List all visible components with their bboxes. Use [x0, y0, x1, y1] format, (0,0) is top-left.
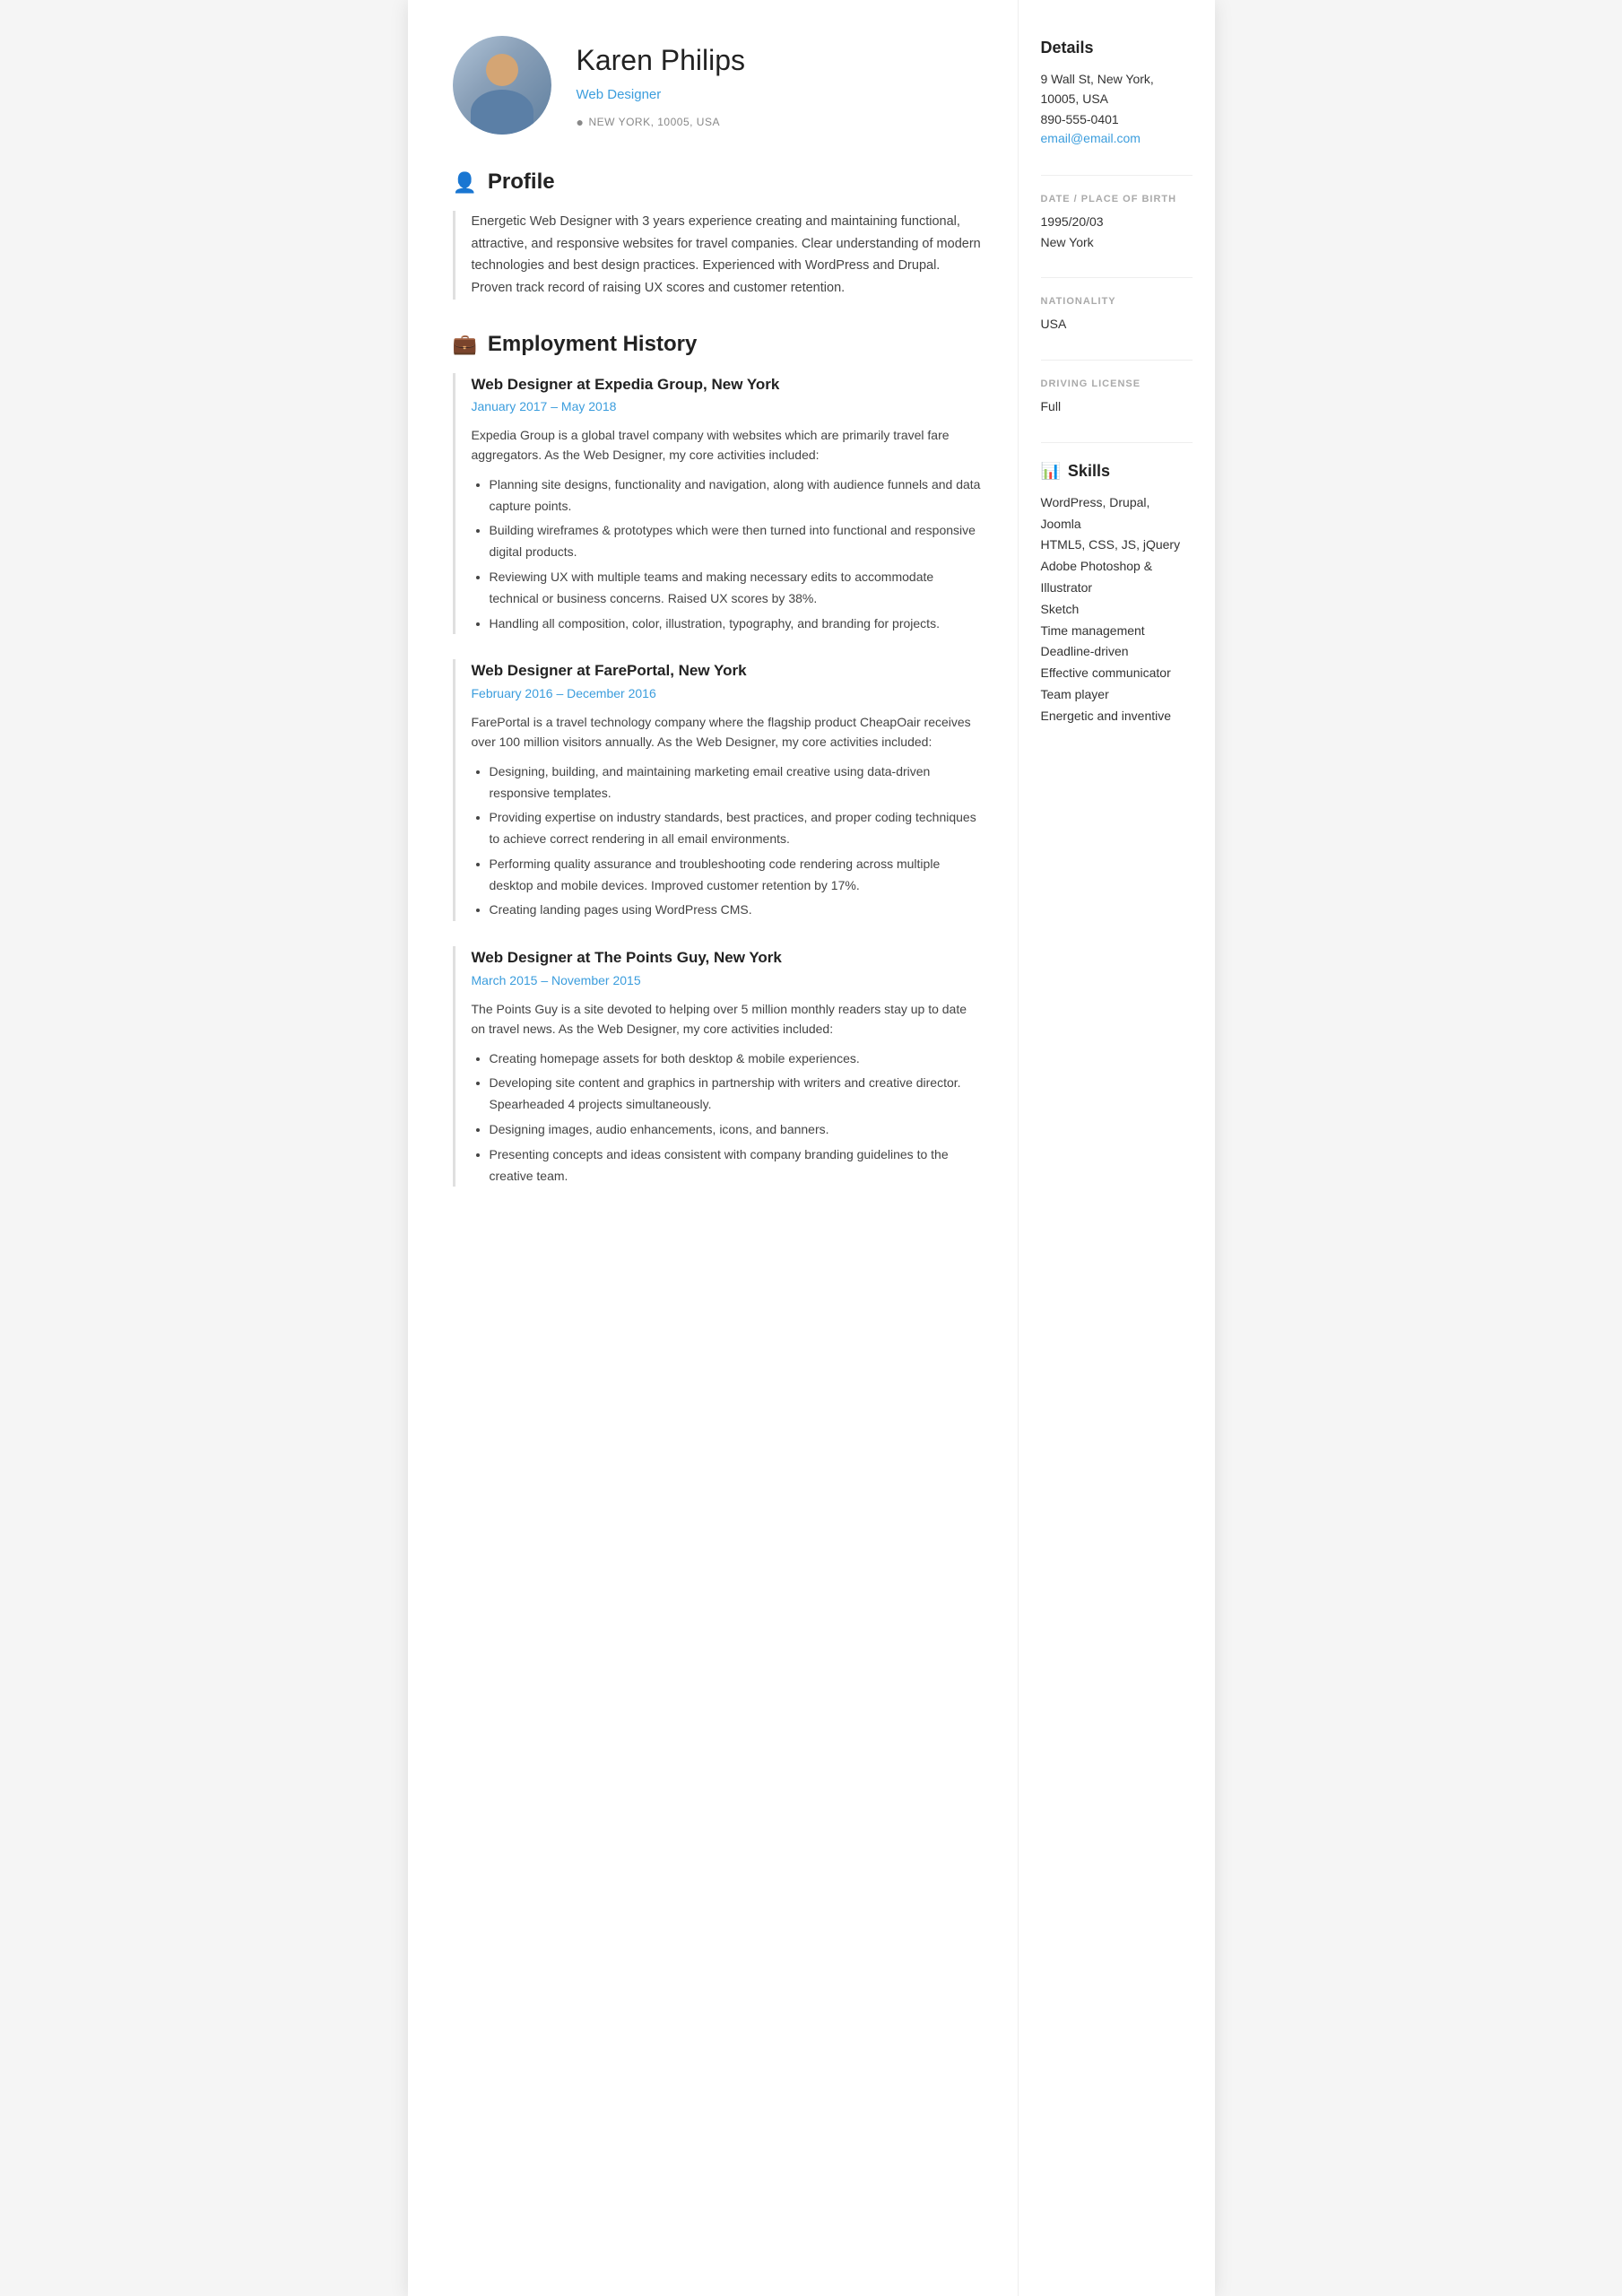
job-description: The Points Guy is a site devoted to help…	[472, 999, 982, 1039]
sidebar-skills: 📊 Skills WordPress, Drupal, JoomlaHTML5,…	[1041, 459, 1193, 727]
list-item: Performing quality assurance and trouble…	[490, 854, 982, 897]
list-item: Providing expertise on industry standard…	[490, 807, 982, 850]
list-item: Creating landing pages using WordPress C…	[490, 900, 982, 921]
skills-container: WordPress, Drupal, JoomlaHTML5, CSS, JS,…	[1041, 492, 1193, 727]
sidebar-nationality-value: USA	[1041, 314, 1193, 334]
avatar	[453, 36, 551, 135]
job-entry: Web Designer at The Points Guy, New York…	[453, 946, 982, 1187]
sidebar-phone: 890-555-0401	[1041, 109, 1193, 129]
skill-item: Deadline-driven	[1041, 641, 1193, 663]
divider-1	[1041, 175, 1193, 176]
sidebar-driving-value: Full	[1041, 396, 1193, 416]
sidebar: Details 9 Wall St, New York, 10005, USA …	[1018, 0, 1215, 2296]
job-description: FarePortal is a travel technology compan…	[472, 712, 982, 752]
job-entry: Web Designer at FarePortal, New YorkFebr…	[453, 659, 982, 921]
skill-item: HTML5, CSS, JS, jQuery	[1041, 535, 1193, 556]
skill-item: Sketch	[1041, 599, 1193, 621]
employment-section-title: Employment History	[488, 328, 697, 361]
sidebar-dob: DATE / PLACE OF BIRTH 1995/20/03 New Yor…	[1041, 192, 1193, 252]
job-bullets: Designing, building, and maintaining mar…	[472, 761, 982, 922]
list-item: Creating homepage assets for both deskto…	[490, 1048, 982, 1070]
details-title: Details	[1041, 36, 1193, 60]
sidebar-details: Details 9 Wall St, New York, 10005, USA …	[1041, 36, 1193, 150]
skill-item: Energetic and inventive	[1041, 706, 1193, 727]
divider-3	[1041, 360, 1193, 361]
candidate-title: Web Designer	[577, 85, 746, 106]
sidebar-nationality: NATIONALITY USA	[1041, 294, 1193, 335]
list-item: Building wireframes & prototypes which w…	[490, 520, 982, 563]
list-item: Designing images, audio enhancements, ic…	[490, 1119, 982, 1141]
profile-text: Energetic Web Designer with 3 years expe…	[453, 211, 982, 300]
location-icon: ●	[577, 113, 585, 132]
job-title: Web Designer at The Points Guy, New York	[472, 946, 982, 970]
profile-section: 👤 Profile Energetic Web Designer with 3 …	[453, 166, 982, 300]
divider-2	[1041, 277, 1193, 278]
skill-item: WordPress, Drupal, Joomla	[1041, 492, 1193, 535]
job-dates: January 2017 – May 2018	[472, 397, 982, 416]
divider-4	[1041, 442, 1193, 443]
skills-icon: 📊	[1041, 459, 1061, 483]
job-title: Web Designer at Expedia Group, New York	[472, 373, 982, 396]
sidebar-driving: DRIVING LICENSE Full	[1041, 377, 1193, 417]
job-description: Expedia Group is a global travel company…	[472, 425, 982, 465]
sidebar-email[interactable]: email@email.com	[1041, 131, 1141, 145]
job-bullets: Creating homepage assets for both deskto…	[472, 1048, 982, 1187]
jobs-container: Web Designer at Expedia Group, New YorkJ…	[453, 373, 982, 1187]
job-dates: March 2015 – November 2015	[472, 971, 982, 990]
list-item: Designing, building, and maintaining mar…	[490, 761, 982, 804]
list-item: Handling all composition, color, illustr…	[490, 613, 982, 635]
driving-label: DRIVING LICENSE	[1041, 377, 1193, 392]
header-info: Karen Philips Web Designer ● NEW YORK, 1…	[577, 39, 746, 132]
candidate-name: Karen Philips	[577, 39, 746, 82]
list-item: Developing site content and graphics in …	[490, 1073, 982, 1116]
job-title: Web Designer at FarePortal, New York	[472, 659, 982, 683]
job-entry: Web Designer at Expedia Group, New YorkJ…	[453, 373, 982, 635]
dob-label: DATE / PLACE OF BIRTH	[1041, 192, 1193, 207]
skill-item: Team player	[1041, 684, 1193, 706]
sidebar-dob-value: 1995/20/03	[1041, 212, 1193, 231]
list-item: Presenting concepts and ideas consistent…	[490, 1144, 982, 1187]
skill-item: Adobe Photoshop & Illustrator	[1041, 556, 1193, 599]
employment-section-header: 💼 Employment History	[453, 328, 982, 361]
nationality-label: NATIONALITY	[1041, 294, 1193, 309]
employment-section: 💼 Employment History Web Designer at Exp…	[453, 328, 982, 1187]
job-dates: February 2016 – December 2016	[472, 684, 982, 703]
profile-section-header: 👤 Profile	[453, 166, 982, 198]
list-item: Planning site designs, functionality and…	[490, 474, 982, 517]
profile-section-title: Profile	[488, 166, 555, 198]
sidebar-birthplace: New York	[1041, 232, 1193, 252]
resume-header: Karen Philips Web Designer ● NEW YORK, 1…	[453, 36, 982, 135]
skill-item: Effective communicator	[1041, 663, 1193, 684]
profile-icon: 👤	[453, 168, 477, 197]
sidebar-address: 9 Wall St, New York, 10005, USA	[1041, 69, 1193, 109]
skills-title: 📊 Skills	[1041, 459, 1193, 483]
employment-icon: 💼	[453, 329, 477, 359]
candidate-location: ● NEW YORK, 10005, USA	[577, 113, 746, 132]
list-item: Reviewing UX with multiple teams and mak…	[490, 567, 982, 610]
job-bullets: Planning site designs, functionality and…	[472, 474, 982, 635]
skill-item: Time management	[1041, 621, 1193, 642]
